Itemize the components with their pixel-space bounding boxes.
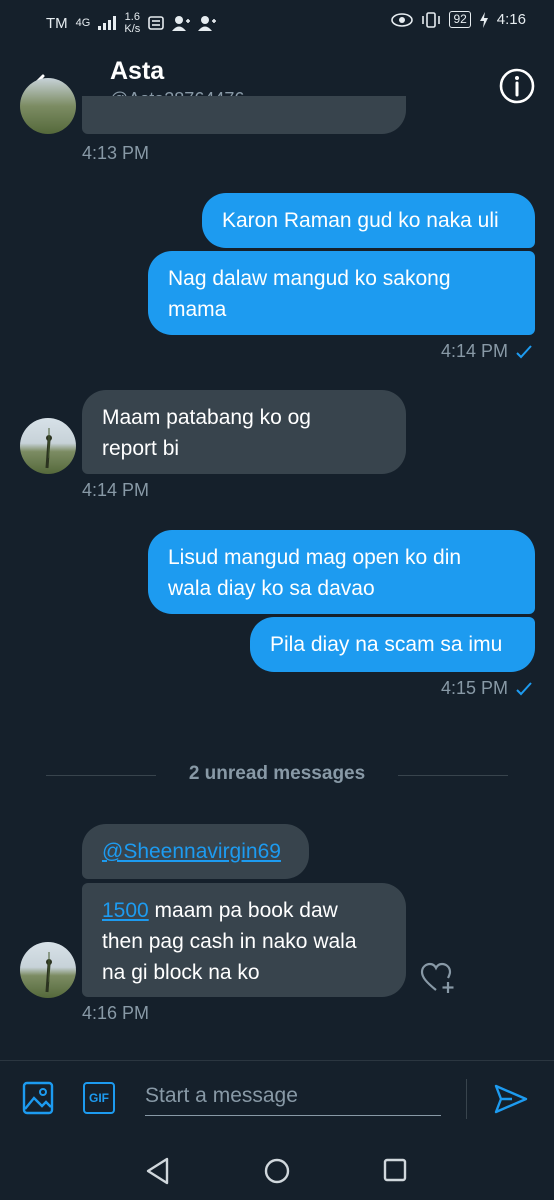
- avatar[interactable]: [20, 942, 76, 998]
- gif-button[interactable]: GIF: [83, 1082, 115, 1114]
- message-bubble[interactable]: Lisud mangud mag open ko din wala diay k…: [148, 530, 535, 614]
- avatar[interactable]: [20, 418, 76, 474]
- message-line: na gi block na ko: [102, 961, 260, 984]
- heart-plus-icon[interactable]: [420, 962, 456, 994]
- status-right: 92 4:16: [391, 11, 526, 28]
- network-type: 4G: [76, 17, 91, 29]
- message-text: Karon Raman gud ko naka uli: [222, 209, 499, 232]
- person-add-icon-2: [198, 16, 217, 31]
- unread-divider: 2 unread messages: [188, 763, 366, 784]
- nav-back-icon[interactable]: [145, 1157, 171, 1185]
- message-timestamp: 4:14 PM: [82, 480, 150, 500]
- message-line: Maam patabang ko og: [102, 406, 311, 429]
- vibrate-icon: [422, 11, 441, 28]
- avatar-image: [45, 952, 52, 993]
- composer-divider: [0, 1060, 554, 1061]
- nav-home-icon[interactable]: [263, 1157, 291, 1185]
- message-input[interactable]: [145, 1077, 441, 1116]
- message-line: report bi: [102, 437, 180, 460]
- message-line: mama: [168, 298, 227, 321]
- message-bubble[interactable]: Karon Raman gud ko naka uli: [202, 193, 535, 248]
- message-bubble[interactable]: 1500 maam pa book daw then pag cash in n…: [82, 883, 406, 997]
- sent-check-icon: [516, 344, 532, 358]
- image-icon[interactable]: [22, 1081, 54, 1115]
- message-bubble[interactable]: Pila diay na scam sa imu: [250, 617, 535, 672]
- message-meta: 4:15 PM: [441, 678, 532, 699]
- eye-icon: [391, 12, 414, 27]
- speed-value: 1.6: [124, 11, 140, 23]
- message-line: 1500 maam pa book daw: [102, 895, 386, 926]
- network-speed: 1.6 K/s: [124, 11, 140, 35]
- message-text: Pila diay na scam sa imu: [270, 633, 503, 656]
- status-left: TM 4G 1.6 K/s: [46, 11, 217, 35]
- message-line: wala diay ko sa davao: [168, 577, 375, 600]
- person-add-icon: [172, 16, 191, 31]
- message-timestamp: 4:16 PM: [82, 1003, 150, 1023]
- message-bubble-clipped[interactable]: [82, 96, 406, 134]
- message-bubble[interactable]: @Sheennavirgin69: [82, 824, 309, 879]
- message-line: then pag cash in nako wala: [102, 930, 357, 953]
- avatar-image: [45, 428, 52, 469]
- gif-label: GIF: [89, 1091, 109, 1105]
- composer-separator: [466, 1079, 467, 1119]
- message-bubble[interactable]: Maam patabang ko og report bi: [82, 390, 406, 474]
- system-nav-bar: [0, 1140, 554, 1200]
- sent-check-icon: [516, 681, 532, 695]
- message-text: maam pa book daw: [148, 899, 338, 922]
- send-icon[interactable]: [494, 1084, 528, 1114]
- status-bar: TM 4G 1.6 K/s 92 4:16: [0, 0, 554, 44]
- nav-recents-icon[interactable]: [383, 1158, 407, 1182]
- network-label: 4G: [75, 17, 91, 29]
- battery-level: 92: [449, 11, 471, 28]
- charging-icon: [479, 11, 488, 28]
- signal-icon: [98, 16, 117, 30]
- clock: 4:16: [496, 11, 526, 28]
- message-bubble[interactable]: Nag dalaw mangud ko sakong mama: [148, 251, 535, 335]
- avatar[interactable]: [20, 78, 76, 134]
- speed-unit: K/s: [124, 23, 141, 35]
- amount-link[interactable]: 1500: [102, 899, 149, 922]
- message-timestamp: 4:15 PM: [440, 678, 508, 698]
- unread-divider-line-right: [398, 775, 508, 776]
- contact-name[interactable]: Asta: [110, 57, 164, 86]
- message-timestamp: 4:14 PM: [440, 341, 508, 361]
- message-line: Nag dalaw mangud ko sakong: [168, 267, 451, 290]
- info-icon[interactable]: [497, 66, 537, 106]
- notification-icon: [148, 16, 165, 30]
- message-line: Lisud mangud mag open ko din: [168, 546, 462, 569]
- message-timestamp: 4:13 PM: [82, 143, 150, 163]
- carrier-label: TM: [46, 14, 68, 32]
- message-meta: 4:14 PM: [441, 341, 532, 362]
- mention-link[interactable]: @Sheennavirgin69: [102, 840, 281, 863]
